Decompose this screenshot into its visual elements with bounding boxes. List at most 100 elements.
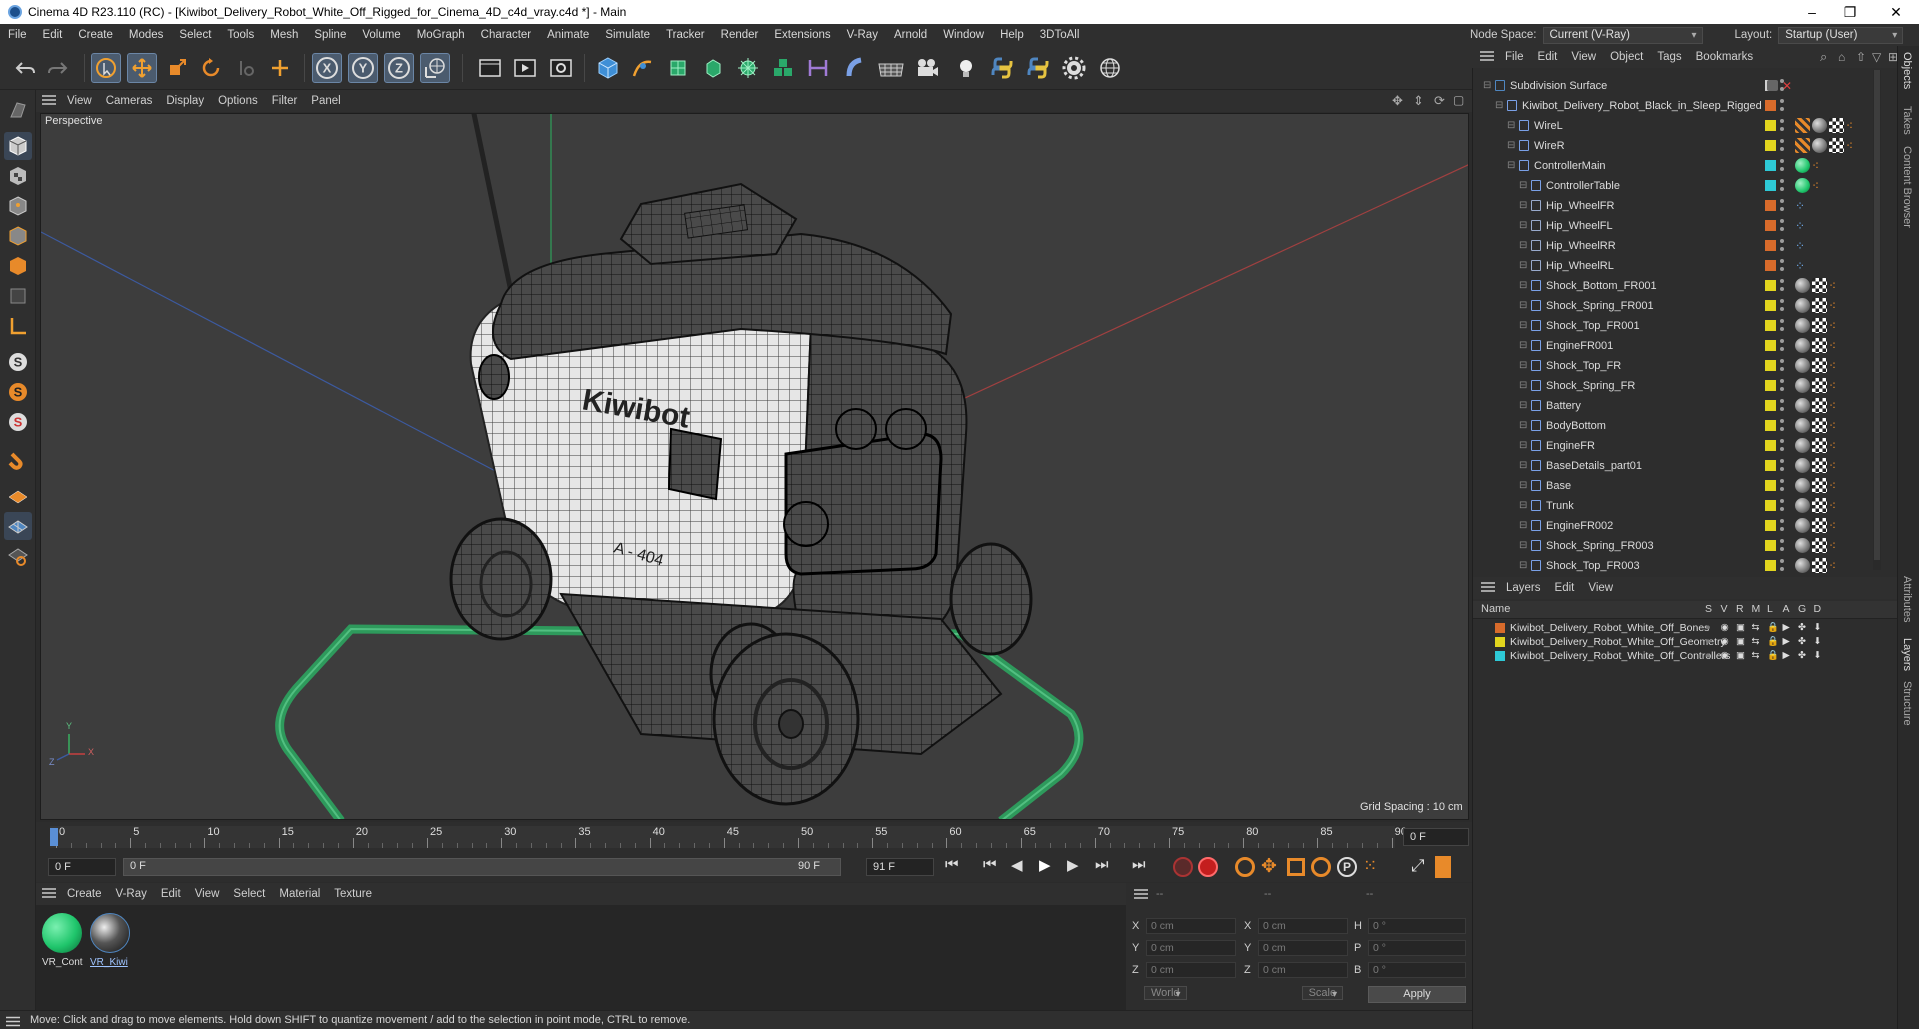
layer-solo-dot-icon[interactable]: ● <box>1705 635 1711 649</box>
viewport-zoom-icon[interactable]: ⇕ <box>1413 93 1424 109</box>
globe-icon[interactable] <box>1095 53 1125 83</box>
python-generator-icon[interactable] <box>987 53 1017 83</box>
environment-icon[interactable] <box>840 53 870 83</box>
side-tab-objects[interactable]: Objects <box>1901 52 1913 89</box>
size-y-field[interactable]: 0 cm <box>1258 940 1348 956</box>
expand-toggle-icon[interactable]: ⊟ <box>1519 276 1527 296</box>
material-menu-edit[interactable]: Edit <box>154 888 188 900</box>
viewport-menu-options[interactable]: Options <box>211 95 265 107</box>
uvw-tag-icon[interactable] <box>1812 358 1827 373</box>
uvw-tag-icon[interactable] <box>1812 558 1827 573</box>
layer-color-swatch[interactable] <box>1765 200 1776 211</box>
layer-menu-layers[interactable]: Layers <box>1499 582 1548 594</box>
uvw-tag-icon[interactable] <box>1812 538 1827 553</box>
material-menu-create[interactable]: Create <box>60 888 109 900</box>
object-up-icon[interactable]: ⇧ <box>1856 50 1866 64</box>
visibility-dots-icon[interactable] <box>1780 219 1784 233</box>
subdivision-surface-icon[interactable] <box>663 53 693 83</box>
menu-vray[interactable]: V-Ray <box>839 29 886 41</box>
object-row[interactable]: ⊟ BodyBottom ⁖ <box>1477 416 1872 436</box>
object-row[interactable]: ⊟ Base ⁖ <box>1477 476 1872 496</box>
ik-tag-icon[interactable]: ⁖ <box>1829 496 1836 516</box>
ik-tag-icon[interactable]: ⁖ <box>1829 436 1836 456</box>
object-row[interactable]: ⊟ Shock_Spring_FR ⁖ <box>1477 376 1872 396</box>
layer-manager-icon[interactable]: ⇆ <box>1752 621 1760 635</box>
texture-tag-icon[interactable] <box>1795 138 1810 153</box>
soft-selection-icon[interactable] <box>4 542 32 570</box>
ik-tag-icon[interactable]: ⁖ <box>1829 536 1836 556</box>
go-to-end-icon[interactable]: ⏭ <box>1132 856 1146 873</box>
visibility-dots-icon[interactable] <box>1780 279 1784 293</box>
object-row[interactable]: ⊟ Shock_Bottom_FR001 ⁖ <box>1477 276 1872 296</box>
material-swatch[interactable]: VR_Cont <box>42 913 83 977</box>
material-tag-icon[interactable] <box>1795 378 1810 393</box>
joint-tag-icon[interactable]: ⁘ <box>1795 256 1805 276</box>
object-mode-icon[interactable] <box>4 132 32 160</box>
layer-color-swatch[interactable] <box>1765 240 1776 251</box>
material-tag-icon[interactable] <box>1812 118 1827 133</box>
object-home-icon[interactable]: ⌂ <box>1838 50 1845 64</box>
layer-render-icon[interactable]: ▣ <box>1736 649 1745 663</box>
menu-mesh[interactable]: Mesh <box>262 29 306 41</box>
object-row[interactable]: ⊟ ControllerTable ⁖ <box>1477 176 1872 196</box>
expand-toggle-icon[interactable]: ⊟ <box>1483 76 1491 96</box>
visibility-dots-icon[interactable] <box>1780 179 1784 193</box>
visibility-dots-icon[interactable] <box>1780 299 1784 313</box>
size-z-field[interactable]: 0 cm <box>1258 962 1348 978</box>
visibility-dots-icon[interactable] <box>1780 339 1784 353</box>
layer-color-swatch[interactable] <box>1495 623 1505 633</box>
menu-create[interactable]: Create <box>70 29 121 41</box>
material-menu-texture[interactable]: Texture <box>327 888 379 900</box>
layer-menu-view[interactable]: View <box>1581 582 1620 594</box>
select-cursor-icon[interactable] <box>91 53 121 83</box>
ik-tag-icon[interactable]: ⁖ <box>1829 476 1836 496</box>
expand-toggle-icon[interactable]: ⊟ <box>1519 236 1527 256</box>
joint-tag-icon[interactable]: ⁘ <box>1795 216 1805 236</box>
menu-extensions[interactable]: Extensions <box>766 29 838 41</box>
menu-help[interactable]: Help <box>992 29 1032 41</box>
object-filter-icon[interactable]: ▽ <box>1872 50 1881 64</box>
uvw-tag-icon[interactable] <box>1812 338 1827 353</box>
material-swatch[interactable]: VR_Kiwi <box>90 913 132 977</box>
hamburger-menu-icon[interactable] <box>42 94 60 109</box>
object-row[interactable]: ⊟ Shock_Spring_FR003 ⁖ <box>1477 536 1872 556</box>
layer-row[interactable]: Kiwibot_Delivery_Robot_White_Off_Geometr… <box>1473 635 1898 649</box>
ik-tag-icon[interactable]: ⁖ <box>1829 296 1836 316</box>
visibility-dots-icon[interactable] <box>1780 539 1784 553</box>
object-menu-file[interactable]: File <box>1498 51 1531 63</box>
layer-color-swatch[interactable] <box>1765 280 1776 291</box>
object-hamburger-icon[interactable] <box>1480 50 1498 65</box>
uvw-tag-icon[interactable] <box>1812 378 1827 393</box>
layer-lock-icon[interactable]: 🔒 <box>1767 621 1779 635</box>
layer-eye-icon[interactable]: ◉ <box>1721 635 1729 649</box>
close-button[interactable]: ✕ <box>1873 0 1919 24</box>
scale-tool-icon[interactable] <box>162 53 192 83</box>
object-search-icon[interactable]: ⌕ <box>1820 49 1827 65</box>
motion-system-icon[interactable]: ⤢ <box>1411 856 1425 876</box>
menu-select[interactable]: Select <box>171 29 219 41</box>
layer-color-swatch[interactable] <box>1765 100 1776 111</box>
status-hamburger-icon[interactable] <box>6 1015 20 1029</box>
render-view-icon[interactable] <box>475 53 505 83</box>
snap-settings-icon[interactable]: S <box>4 378 32 406</box>
record-icon[interactable] <box>1173 857 1193 877</box>
expand-toggle-icon[interactable]: ⊟ <box>1519 536 1527 556</box>
layer-generator-icon[interactable]: ✤ <box>1798 649 1806 663</box>
object-row[interactable]: ⊟ ControllerMain ⁖ <box>1477 156 1872 176</box>
object-row[interactable]: ⊟ Subdivision Surface ✕ <box>1477 76 1872 96</box>
layer-color-swatch[interactable] <box>1765 380 1776 391</box>
expand-toggle-icon[interactable]: ⊟ <box>1519 556 1527 576</box>
object-row[interactable]: ⊟ WireL ⁖ <box>1477 116 1872 136</box>
side-tab-content-browser[interactable]: Content Browser <box>1901 146 1913 228</box>
visibility-dots-icon[interactable] <box>1780 519 1784 533</box>
expand-toggle-icon[interactable]: ⊟ <box>1519 176 1527 196</box>
viewport-menu-cameras[interactable]: Cameras <box>99 95 160 107</box>
floor-grid-icon[interactable] <box>876 53 906 83</box>
material-tag-icon[interactable] <box>1795 478 1810 493</box>
menu-modes[interactable]: Modes <box>121 29 172 41</box>
green-material-tag-icon[interactable] <box>1795 178 1810 193</box>
visibility-dots-icon[interactable] <box>1780 99 1784 113</box>
visibility-dots-icon[interactable] <box>1780 379 1784 393</box>
layer-color-swatch[interactable] <box>1495 651 1505 661</box>
points-mode-icon[interactable] <box>4 192 32 220</box>
